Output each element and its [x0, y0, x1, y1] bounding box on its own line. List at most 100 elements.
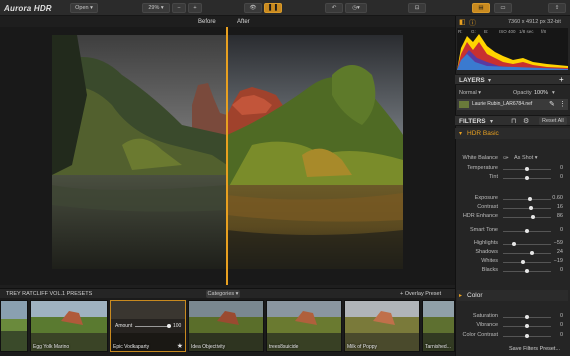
- crop-button[interactable]: ⊡: [408, 3, 426, 13]
- save-filters-preset-button[interactable]: Save Filters Preset...: [509, 346, 560, 352]
- zoom-out-glyph: −: [177, 5, 181, 11]
- histogram-toggle-icon[interactable]: ◧: [459, 18, 466, 26]
- vibrance-value[interactable]: 0: [549, 322, 563, 328]
- temperature-value[interactable]: 0: [549, 165, 563, 171]
- presets-collection-title: TREY RATCLIFF VOL.1 PRESETS: [6, 291, 93, 297]
- amount-slider[interactable]: [135, 326, 171, 327]
- blacks-value[interactable]: 0: [549, 267, 563, 273]
- presets-panel-toggle[interactable]: ▤: [472, 3, 490, 13]
- color-contrast-row[interactable]: Color Contrast 0: [455, 332, 570, 340]
- panel-layout-toggle[interactable]: ▭: [494, 3, 512, 13]
- hdr-basic-header[interactable]: ▾ HDR Basic: [455, 128, 570, 139]
- hdr-enhance-value[interactable]: 86: [549, 213, 563, 219]
- white-balance-select[interactable]: As Shot ▾: [514, 155, 538, 161]
- open-label: Open: [75, 5, 89, 11]
- compare-divider-handle[interactable]: [226, 27, 228, 285]
- opacity-chevron-icon[interactable]: ▾: [552, 90, 555, 96]
- smart-tone-row[interactable]: Smart Tone 0: [455, 227, 570, 235]
- compare-split-button[interactable]: ▌▐: [264, 3, 282, 13]
- preset-label: Idea Objectivity: [191, 344, 226, 350]
- layer-name: Laurie Rubin_LAR6784.nef: [472, 101, 533, 107]
- undo-button[interactable]: ↶: [325, 3, 343, 13]
- tint-value[interactable]: 0: [549, 174, 563, 180]
- contrast-value[interactable]: 16: [549, 204, 563, 210]
- tint-row[interactable]: Tint 0: [455, 174, 570, 182]
- open-button[interactable]: Open ▾: [70, 3, 98, 13]
- add-layer-button[interactable]: +: [559, 75, 564, 84]
- image-canvas[interactable]: [0, 27, 455, 285]
- shadows-slider[interactable]: [503, 253, 551, 254]
- whites-row[interactable]: Whites −19: [455, 258, 570, 266]
- vibrance-slider-knob[interactable]: [525, 324, 529, 328]
- share-button[interactable]: ⇪: [548, 3, 566, 13]
- preset-thumb[interactable]: [0, 300, 28, 352]
- shadows-value[interactable]: 24: [549, 249, 563, 255]
- zoom-select[interactable]: 29% ▾: [142, 3, 170, 13]
- tint-slider-knob[interactable]: [525, 176, 529, 180]
- opacity-value[interactable]: 100%: [534, 90, 548, 96]
- info-icon[interactable]: ⓘ: [469, 18, 476, 28]
- highlights-slider[interactable]: [503, 244, 551, 245]
- hdr-enhance-slider-knob[interactable]: [530, 215, 535, 219]
- preset-thumb[interactable]: trees8suicide: [266, 300, 342, 352]
- image-info: 7360 x 4912 px 32-bit: [508, 19, 561, 25]
- saturation-slider-knob[interactable]: [525, 315, 529, 319]
- exposure-row[interactable]: Exposure 0.60: [455, 195, 570, 203]
- preset-thumb[interactable]: Idea Objectivity: [188, 300, 264, 352]
- color-contrast-slider-knob[interactable]: [525, 334, 529, 338]
- blacks-slider-knob[interactable]: [525, 269, 529, 273]
- highlights-row[interactable]: Highlights −59: [455, 240, 570, 248]
- temperature-row[interactable]: Temperature 0: [455, 165, 570, 173]
- crop-icon: ⊡: [414, 5, 420, 11]
- smart-tone-value[interactable]: 0: [549, 227, 563, 233]
- contrast-slider-knob[interactable]: [528, 206, 533, 210]
- whites-slider-knob[interactable]: [521, 260, 526, 264]
- preset-thumb[interactable]: Milk of Poppy: [344, 300, 420, 352]
- layers-header[interactable]: LAYERS ▾ +: [455, 74, 570, 85]
- layer-row[interactable]: Laurie Rubin_LAR6784.nef ✎ ⋮: [457, 99, 568, 110]
- color-header[interactable]: ▸ Color: [457, 290, 568, 301]
- blend-mode-select[interactable]: Normal ▾: [459, 90, 481, 96]
- vibrance-row[interactable]: Vibrance 0: [455, 322, 570, 330]
- eyedropper-icon[interactable]: ✑: [503, 154, 509, 162]
- favorite-star-icon[interactable]: ★: [177, 342, 183, 350]
- amount-label: Amount: [115, 323, 133, 329]
- hdr-enhance-slider[interactable]: [503, 217, 551, 218]
- settings-gear-icon[interactable]: ⚙: [523, 117, 529, 125]
- overlay-preset-button[interactable]: + Overlay Preset: [400, 291, 441, 297]
- layer-options-icon[interactable]: ⋮: [559, 100, 566, 108]
- zoom-in-button[interactable]: +: [188, 3, 202, 13]
- categories-dropdown[interactable]: Categories ▾: [206, 290, 240, 298]
- brush-icon[interactable]: ✎: [549, 100, 555, 108]
- shadows-slider-knob[interactable]: [529, 251, 534, 255]
- highlights-value[interactable]: −59: [549, 240, 563, 246]
- history-button[interactable]: ◷▾: [345, 3, 367, 13]
- saturation-row[interactable]: Saturation 0: [455, 313, 570, 321]
- exposure-value[interactable]: 0.60: [549, 195, 563, 201]
- contrast-slider[interactable]: [503, 208, 551, 209]
- preset-thumb[interactable]: Tarnished...: [422, 300, 455, 352]
- exposure-slider[interactable]: [503, 199, 551, 200]
- whites-value[interactable]: −19: [549, 258, 563, 264]
- temperature-slider-knob[interactable]: [525, 167, 529, 171]
- histogram-iso: ISO 400: [499, 29, 516, 34]
- filter-catalog-icon[interactable]: ⊓: [511, 117, 516, 125]
- highlights-slider-knob[interactable]: [511, 242, 516, 246]
- contrast-row[interactable]: Contrast 16: [455, 204, 570, 212]
- whites-slider[interactable]: [503, 262, 551, 263]
- shadows-row[interactable]: Shadows 24: [455, 249, 570, 257]
- preset-thumb-selected[interactable]: Amount 100 Epic Vodkaparty ★: [110, 300, 186, 352]
- amount-slider-knob[interactable]: [167, 324, 171, 328]
- saturation-value[interactable]: 0: [549, 313, 563, 319]
- hdr-enhance-row[interactable]: HDR Enhance 86: [455, 213, 570, 221]
- reset-all-button[interactable]: Reset All: [539, 117, 567, 125]
- preview-eye-button[interactable]: 👁: [244, 3, 262, 13]
- color-contrast-value[interactable]: 0: [549, 332, 563, 338]
- eye-icon: 👁: [249, 5, 257, 11]
- blacks-row[interactable]: Blacks 0: [455, 267, 570, 275]
- zoom-out-button[interactable]: −: [172, 3, 186, 13]
- smart-tone-slider-knob[interactable]: [525, 229, 529, 233]
- preset-thumb[interactable]: Egg Yolk Marino: [30, 300, 108, 352]
- exposure-slider-knob[interactable]: [527, 197, 532, 201]
- color-title: Color: [467, 292, 483, 299]
